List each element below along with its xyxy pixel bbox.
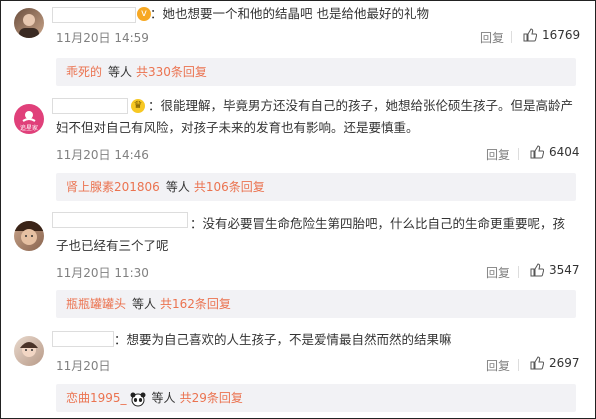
sub-replies-bar: 恋曲1995_ 等人 共29条回复 [56, 384, 576, 412]
like-button[interactable]: 6404 [530, 145, 580, 159]
sub-reply-count[interactable]: 共29条回复 [180, 391, 243, 405]
comment-text: ：想要为自己喜欢的人生孩子，不是爱情最自然而然的结果嘛 [114, 332, 452, 347]
like-count: 2697 [549, 356, 580, 370]
like-button[interactable]: 2697 [530, 356, 580, 370]
reply-button[interactable]: 回复 [486, 357, 510, 374]
comment-text: ：很能理解，毕竟男方还没有自己的孩子，她想给张伦硕生孩子。但是高龄产妇不但对自己… [56, 98, 574, 135]
divider [518, 148, 519, 160]
sub-reply-count[interactable]: 共162条回复 [160, 297, 231, 311]
user-avatar[interactable]: 追星家 [14, 104, 44, 134]
user-avatar[interactable] [14, 221, 44, 251]
comment-time: 11月20日 [56, 359, 111, 373]
comment-time: 11月20日 11:30 [56, 266, 149, 280]
comment-text: ：没有必要冒生命危险生第四胎吧，什么比自己的生命更重要呢，孩子也已经有三个了呢 [56, 216, 566, 253]
like-count: 3547 [549, 263, 580, 277]
thumbs-up-icon [530, 356, 544, 370]
username-redacted[interactable] [52, 331, 114, 347]
user-avatar[interactable] [14, 336, 44, 366]
comment-time: 11月20日 14:46 [56, 148, 149, 162]
thumbs-up-icon [530, 263, 544, 277]
sub-reply-user[interactable]: 肾上腺素201806 [66, 180, 160, 194]
sub-reply-count[interactable]: 共330条回复 [136, 65, 207, 79]
username-redacted[interactable] [52, 7, 136, 23]
sub-replies-bar: 乖死的 等人 共330条回复 [56, 58, 576, 86]
sub-reply-count[interactable]: 共106条回复 [194, 180, 265, 194]
sub-reply-user[interactable]: 恋曲1995_ [66, 391, 127, 405]
sub-reply-etc: 等人 [108, 65, 133, 79]
sub-replies-bar: 瓶瓶罐罐头 等人 共162条回复 [56, 290, 576, 318]
like-count: 6404 [549, 145, 580, 159]
like-count: 16769 [542, 28, 581, 42]
comment-time: 11月20日 14:59 [56, 31, 149, 45]
sub-reply-user[interactable]: 乖死的 [66, 65, 102, 79]
sub-reply-etc: 等人 [132, 297, 157, 311]
sub-reply-etc: 等人 [165, 180, 190, 194]
sub-reply-user[interactable]: 瓶瓶罐罐头 [66, 297, 126, 311]
avatar-label: 追星家 [19, 125, 38, 132]
sub-replies-bar: 肾上腺素201806 等人 共106条回复 [56, 173, 576, 201]
comment-text: ：她也想要一个和他的结晶吧 也是给他最好的礼物 [150, 6, 429, 21]
user-avatar[interactable] [14, 8, 44, 38]
thumbs-up-icon [530, 145, 544, 159]
divider [511, 31, 512, 43]
reply-button[interactable]: 回复 [480, 29, 504, 46]
panda-sticker-icon [130, 392, 146, 406]
verified-badge-icon: v [137, 7, 151, 21]
divider [518, 266, 519, 278]
sub-reply-etc: 等人 [151, 391, 176, 405]
reply-button[interactable]: 回复 [486, 264, 510, 281]
like-button[interactable]: 3547 [530, 263, 580, 277]
like-button[interactable]: 16769 [523, 28, 580, 42]
divider [518, 359, 519, 371]
reply-button[interactable]: 回复 [486, 146, 510, 163]
thumbs-up-icon [523, 28, 537, 42]
